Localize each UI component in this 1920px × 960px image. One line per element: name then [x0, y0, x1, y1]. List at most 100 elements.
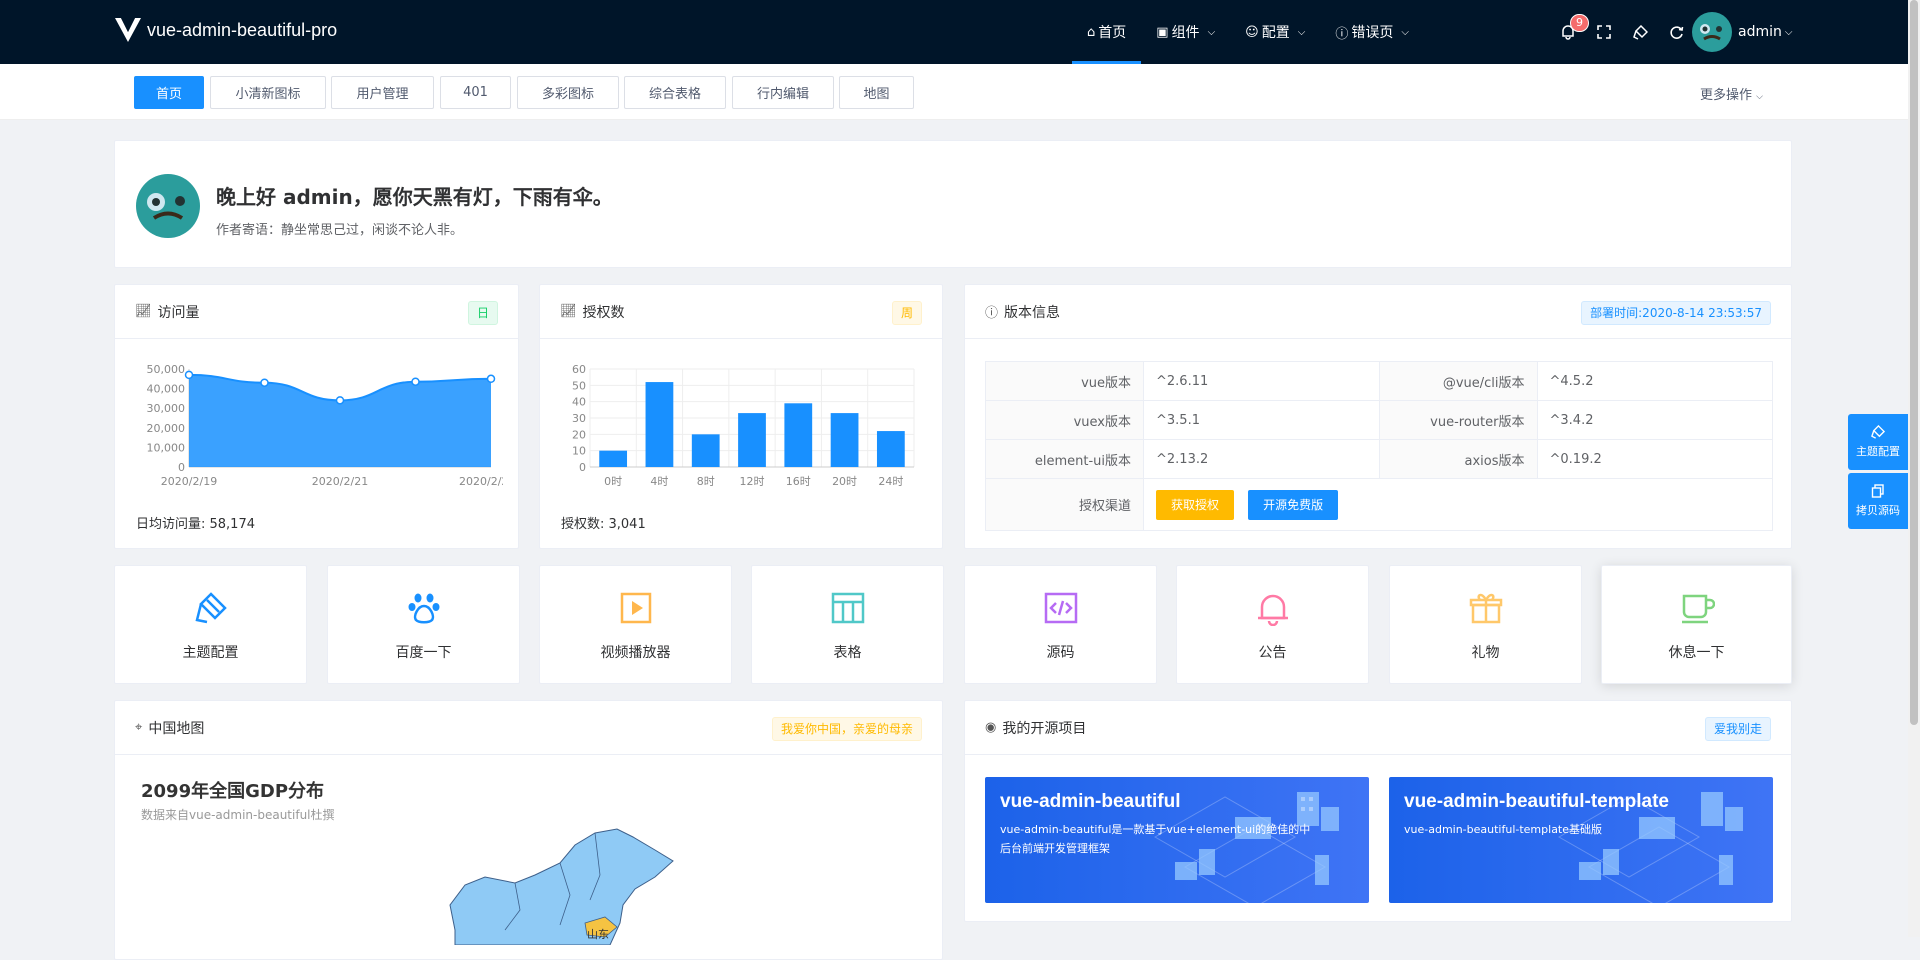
shortcut-label: 主题配置: [182, 645, 239, 661]
channel-buttons: 获取授权 开源免费版: [1143, 478, 1773, 531]
more-operations-dropdown[interactable]: 更多操作 ⌵: [1700, 84, 1763, 103]
play-icon: [620, 592, 651, 624]
chevron-down-icon: ⌵: [1756, 92, 1763, 102]
cup-icon: [1681, 594, 1715, 624]
china-map-card: ⌖ 中国地图 我爱你中国，亲爱的母亲 2099年全国GDP分布 数据来自vue-a…: [114, 700, 943, 960]
tab-fresh-icons[interactable]: 小清新图标: [210, 76, 326, 109]
top-menu: ⌂ 首页 ▣ 组件 ⌵ ☺ 配置 ⌵ ⓘ 错误页 ⌵: [1072, 0, 1424, 64]
greeting-card: 晚上好 admin，愿你天黑有灯，下雨有伞。 作者寄语：静坐常思己过，闲谈不论人…: [114, 140, 1792, 268]
github-icon: ◉: [985, 720, 997, 735]
tab-inline-edit[interactable]: 行内编辑: [732, 76, 834, 109]
greeting-subtitle: 作者寄语：静坐常思己过，闲谈不论人非。: [216, 223, 464, 238]
project-description: vue-admin-beautiful是一款基于vue+element-ui的绝…: [1000, 823, 1311, 855]
table-icon: [831, 592, 864, 624]
refresh-button[interactable]: [1658, 14, 1694, 50]
free-version-button[interactable]: 开源免费版: [1248, 489, 1339, 520]
user-dropdown[interactable]: admin ⌵: [1692, 12, 1792, 52]
x-tick-label: 24时: [878, 475, 903, 488]
card-title: 访问量: [157, 304, 200, 321]
x-tick-label: 12时: [740, 475, 765, 488]
china-map[interactable]: 山东: [355, 805, 715, 945]
version-card: ⓘ 版本信息 部署时间:2020-8-14 23:53:57 vue版本 ^2.6…: [964, 284, 1792, 549]
map-subtitle: 数据来自vue-admin-beautiful杜撰: [141, 808, 335, 822]
y-tick-label: 30: [572, 412, 586, 425]
shortcut-theme-config[interactable]: 主题配置: [114, 565, 307, 684]
get-license-button[interactable]: 获取授权: [1156, 489, 1235, 520]
brush-icon: [194, 592, 227, 624]
top-navbar: vue-admin-beautiful-pro ⌂ 首页 ▣ 组件 ⌵ ☺ 配置 ⌵ ⓘ 错…: [0, 0, 1908, 64]
scrollbar-thumb[interactable]: [1910, 0, 1918, 725]
version-value: ^2.13.2: [1143, 439, 1380, 479]
channel-label: 授权渠道: [985, 478, 1144, 531]
theme-config-float-button[interactable]: 主题配置: [1848, 414, 1908, 470]
fullscreen-button[interactable]: [1586, 14, 1622, 50]
page-scrollbar[interactable]: [1908, 0, 1920, 937]
version-label: vue-router版本: [1378, 400, 1538, 440]
table-row: element-ui版本 ^2.13.2 axios版本 ^0.19.2: [985, 439, 1773, 479]
auth-bar-chart: 0 10 20 30 40 50 60 0时 4时 8时 12时 16时 20时 24时: [572, 363, 915, 488]
project-title: vue-admin-beautiful-template: [1404, 791, 1669, 812]
project-banner[interactable]: vue-admin-beautiful-template vue-admin-b…: [1389, 777, 1773, 903]
info-circle-icon: ⓘ: [985, 306, 999, 321]
version-table: vue版本 ^2.6.11 @vue/cli版本 ^4.5.2 vuex版本 ^…: [985, 361, 1773, 531]
brush-icon: [1632, 24, 1648, 40]
paw-icon: [408, 593, 439, 624]
deploy-time-tag: 部署时间:2020-8-14 23:53:57: [1581, 301, 1771, 325]
nav-config[interactable]: ☺ 配置 ⌵: [1230, 0, 1320, 64]
username: admin: [1738, 24, 1782, 40]
y-tick-label: 20,000: [147, 422, 186, 435]
shortcut-table[interactable]: 表格: [751, 565, 944, 684]
y-tick-label: 0: [178, 461, 185, 474]
shortcut-label: 礼物: [1471, 645, 1500, 661]
shortcut-take-a-break[interactable]: 休息一下: [1601, 565, 1792, 684]
shortcut-announcement[interactable]: 公告: [1176, 565, 1369, 684]
x-tick-label: 20时: [832, 475, 857, 488]
chevron-down-icon: ⌵: [1784, 26, 1793, 38]
avatar: [136, 174, 200, 238]
version-label: vuex版本: [985, 400, 1144, 440]
shortcut-video-player[interactable]: 视频播放器: [539, 565, 732, 684]
data-point: [486, 374, 496, 384]
day-tag: 日: [467, 301, 498, 325]
map-pin-icon: ⌖: [135, 720, 143, 735]
notification-button[interactable]: 9: [1550, 14, 1589, 50]
open-source-projects-card: ◉ 我的开源项目 爱我别走 vue-admin-beautiful vue-adm…: [964, 700, 1792, 922]
nav-error[interactable]: ⓘ 错误页 ⌵: [1320, 0, 1424, 64]
home-icon: ⌂: [1087, 24, 1096, 40]
picture-icon: ▣: [1156, 24, 1169, 40]
x-tick-label: 8时: [697, 475, 715, 488]
tab-colorful-icons[interactable]: 多彩图标: [517, 76, 619, 109]
project-banner[interactable]: vue-admin-beautiful vue-admin-beautiful是…: [985, 777, 1369, 903]
nav-home[interactable]: ⌂ 首页: [1072, 0, 1142, 64]
version-label: axios版本: [1378, 439, 1538, 479]
bar: [784, 403, 813, 467]
float-button-label: 拷贝源码: [1856, 504, 1900, 517]
copy-source-float-button[interactable]: 拷贝源码: [1848, 473, 1908, 529]
app-logo[interactable]: vue-admin-beautiful-pro: [115, 18, 337, 42]
y-tick-label: 40,000: [147, 383, 186, 396]
shortcut-label: 百度一下: [395, 645, 452, 661]
x-tick-label: 2020/2/19: [161, 475, 217, 488]
y-tick-label: 30,000: [147, 402, 186, 415]
theme-button[interactable]: [1622, 14, 1658, 50]
x-tick-label: 2020/2/2: [459, 475, 503, 488]
shortcut-source-code[interactable]: 源码: [964, 565, 1157, 684]
shortcut-label: 表格: [833, 645, 862, 661]
tab-401[interactable]: 401: [440, 76, 511, 109]
shortcut-baidu[interactable]: 百度一下: [327, 565, 520, 684]
vue-logo-icon: [115, 18, 141, 42]
data-point: [184, 370, 194, 380]
y-tick-label: 60: [572, 363, 586, 376]
code-icon: [1044, 592, 1077, 624]
nav-components[interactable]: ▣ 组件 ⌵: [1141, 0, 1230, 64]
auth-card: 📈︎ 授权数 周 0 10 20 30 40 50 60 0时 4时 8时 12时 16时 20时 24时 …: [539, 284, 943, 549]
tab-map[interactable]: 地图: [839, 76, 914, 109]
tab-home[interactable]: 首页: [134, 76, 204, 109]
shortcut-gift[interactable]: 礼物: [1389, 565, 1582, 684]
auth-count-text: 授权数: 3,041: [561, 517, 646, 532]
header-tools: 9: [1550, 0, 1694, 64]
tab-user-management[interactable]: 用户管理: [331, 76, 434, 109]
float-button-label: 主题配置: [1856, 445, 1900, 458]
map-region: [449, 828, 674, 945]
tab-comprehensive-table[interactable]: 综合表格: [624, 76, 726, 109]
